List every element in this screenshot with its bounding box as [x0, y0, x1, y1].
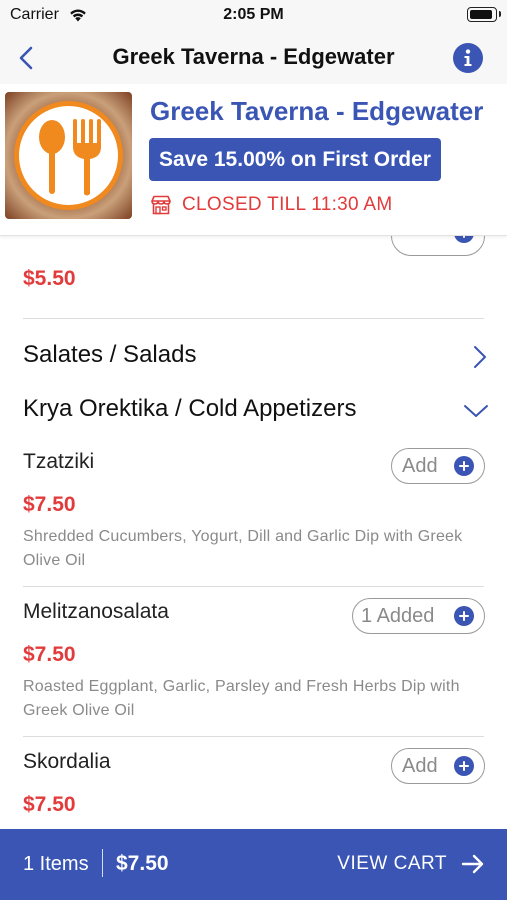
chevron-right-icon — [474, 346, 486, 368]
view-cart-button[interactable]: VIEW CART — [337, 847, 485, 881]
spoon-fork-icon — [14, 101, 123, 210]
plus-icon — [454, 236, 474, 243]
battery-level — [470, 10, 492, 19]
item-price-skordalia: $7.50 — [23, 793, 76, 816]
chevron-down-icon — [464, 405, 488, 417]
battery-icon — [467, 7, 501, 22]
plus-icon — [454, 756, 474, 776]
added-label: 1 Added — [361, 604, 435, 627]
store-icon — [151, 195, 171, 215]
item-name-melitzanosalata: Melitzanosalata — [23, 600, 169, 623]
status-time: 2:05 PM — [223, 6, 284, 23]
item-description-tzatziki: Shredded Cucumbers, Yogurt, Dill and Gar… — [23, 528, 463, 569]
divider — [102, 849, 103, 877]
menu-list[interactable]: $5.50 Salates / Salads Krya Orektika / C… — [0, 236, 507, 829]
view-cart-label: VIEW CART — [337, 853, 447, 874]
navigation-bar: Greek Taverna - Edgewater — [0, 32, 507, 84]
promo-badge: Save 15.00% on First Order — [149, 138, 441, 181]
status-bar: Carrier 2:05 PM — [0, 0, 507, 32]
item-description-melitzanosalata: Roasted Eggplant, Garlic, Parsley and Fr… — [23, 678, 460, 719]
divider — [23, 318, 484, 319]
add-button-tzatziki[interactable]: Add — [391, 448, 485, 484]
restaurant-header: Greek Taverna - Edgewater Save 15.00% on… — [0, 84, 507, 236]
category-label: Krya Orektika / Cold Appetizers — [23, 395, 357, 422]
add-button-skordalia[interactable]: Add — [391, 748, 485, 784]
plus-icon — [454, 606, 474, 626]
info-button[interactable] — [453, 43, 483, 73]
item-name-skordalia: Skordalia — [23, 750, 111, 773]
cart-bar[interactable]: 1 Items $7.50 VIEW CART — [0, 829, 507, 900]
item-price-melitzanosalata: $7.50 — [23, 643, 76, 666]
restaurant-name: Greek Taverna - Edgewater — [150, 96, 484, 126]
add-label: Add — [402, 754, 438, 777]
divider — [23, 736, 484, 737]
back-button[interactable] — [8, 40, 44, 76]
category-label: Salates / Salads — [23, 341, 197, 368]
add-label: Add — [402, 454, 438, 477]
item-price: $5.50 — [23, 267, 76, 290]
arrow-right-icon — [461, 854, 484, 874]
cart-total: $7.50 — [116, 852, 169, 875]
plus-icon — [454, 456, 474, 476]
restaurant-logo — [5, 92, 132, 219]
chevron-left-icon — [19, 46, 33, 70]
category-cold-appetizers[interactable]: Krya Orektika / Cold Appetizers — [23, 391, 488, 431]
cart-item-count: 1 Items — [23, 853, 89, 875]
item-price-tzatziki: $7.50 — [23, 493, 76, 516]
item-name-tzatziki: Tzatziki — [23, 450, 95, 473]
divider — [23, 586, 484, 587]
page-title: Greek Taverna - Edgewater — [112, 44, 395, 69]
add-button-partial[interactable] — [391, 236, 485, 256]
category-salads[interactable]: Salates / Salads — [23, 337, 487, 377]
store-status: CLOSED TILL 11:30 AM — [150, 194, 393, 216]
closed-status-text: CLOSED TILL 11:30 AM — [182, 194, 393, 215]
info-icon — [464, 49, 472, 66]
added-button-melitzanosalata[interactable]: 1 Added — [352, 598, 485, 634]
